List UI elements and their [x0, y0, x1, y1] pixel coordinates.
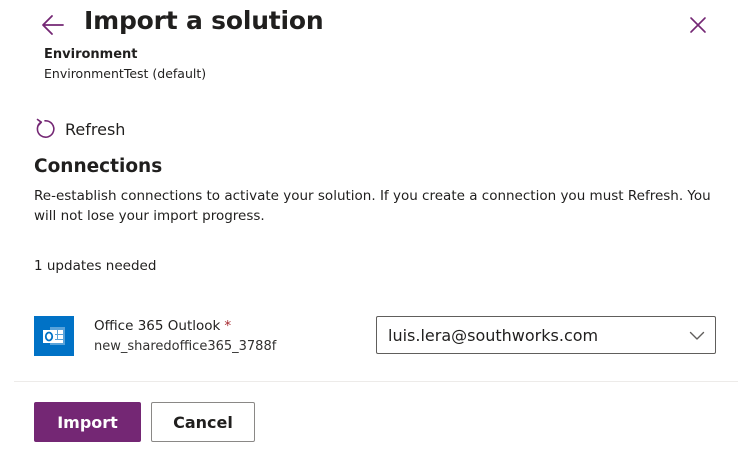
connections-title: Connections	[34, 156, 163, 177]
connection-dropdown-value: luis.lera@southworks.com	[388, 326, 599, 345]
connection-dropdown[interactable]: luis.lera@southworks.com	[376, 316, 716, 354]
cancel-button[interactable]: Cancel	[151, 402, 255, 442]
outlook-icon	[34, 316, 74, 356]
connections-description: Re-establish connections to activate you…	[34, 188, 711, 224]
updates-needed-text: 1 updates needed	[34, 258, 157, 274]
footer-divider	[14, 381, 738, 382]
arrow-left-icon	[42, 15, 64, 35]
panel-header: Import a solution	[0, 0, 746, 50]
required-marker: *	[224, 318, 232, 334]
environment-label: Environment	[44, 47, 138, 62]
close-icon	[690, 17, 706, 33]
environment-value: EnvironmentTest (default)	[44, 66, 207, 81]
chevron-down-icon	[689, 328, 705, 344]
back-button[interactable]	[38, 10, 68, 40]
close-button[interactable]	[684, 11, 712, 39]
refresh-label: Refresh	[65, 119, 126, 139]
page-title: Import a solution	[84, 6, 324, 35]
import-solution-panel: Import a solution Environment Environmen…	[0, 0, 746, 457]
connection-id: new_sharedoffice365_3788f	[94, 339, 277, 354]
import-button[interactable]: Import	[34, 402, 141, 442]
connection-name: Office 365 Outlook *	[94, 318, 231, 334]
refresh-icon	[34, 118, 56, 140]
connection-name-text: Office 365 Outlook	[94, 318, 221, 334]
refresh-button[interactable]: Refresh	[34, 116, 125, 142]
connection-row: Office 365 Outlook * new_sharedoffice365_…	[34, 314, 724, 360]
